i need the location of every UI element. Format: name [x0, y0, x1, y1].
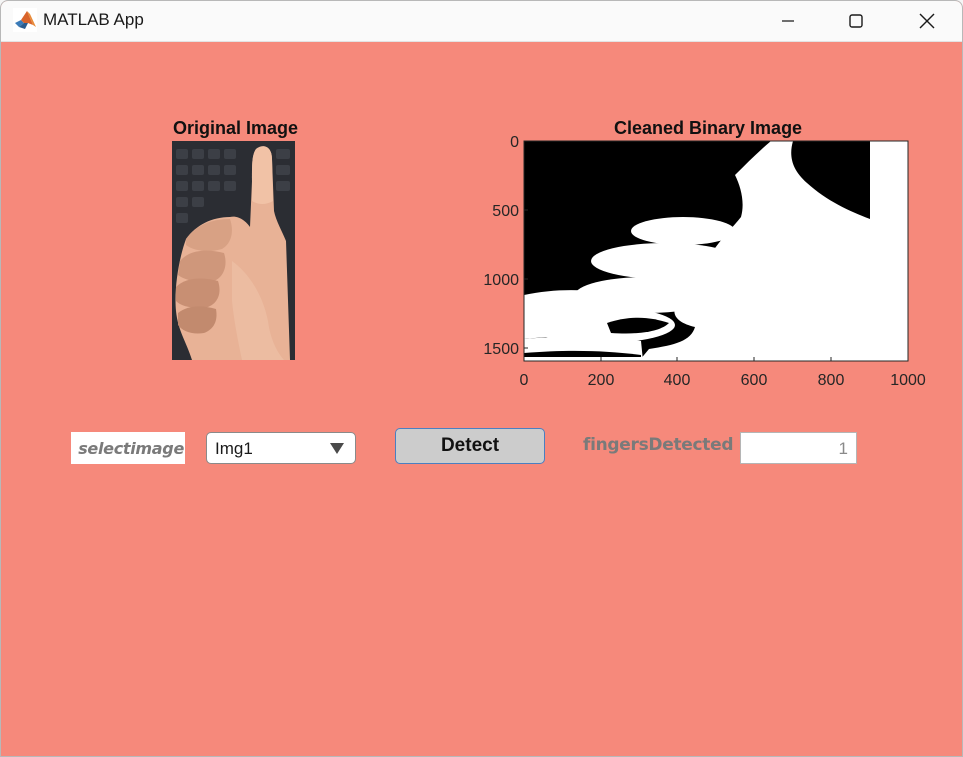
x-tick-label: 0	[520, 372, 529, 389]
x-tick-label: 400	[664, 372, 691, 389]
close-button[interactable]	[904, 1, 950, 41]
maximize-icon	[849, 14, 863, 28]
maximize-button[interactable]	[833, 1, 879, 41]
binary-image-axes: 0 200 400 600 800 1000 0 500 1000 1500	[483, 134, 926, 389]
original-image-title: Original Image	[173, 118, 299, 138]
y-tick-label: 0	[510, 134, 519, 151]
x-tick-label: 200	[588, 372, 615, 389]
x-tick-label: 800	[818, 372, 845, 389]
fingers-detected-field: 1	[740, 432, 857, 464]
y-tick-label: 1500	[483, 341, 519, 358]
triangle-down-icon	[330, 443, 344, 454]
fingers-detected-label: fingersDetected	[583, 435, 734, 455]
title-bar: MATLAB App	[1, 1, 962, 42]
x-tick-label: 1000	[890, 372, 926, 389]
minimize-button[interactable]	[765, 1, 811, 41]
image-dropdown[interactable]: Img1	[206, 432, 356, 464]
x-tick-label: 600	[741, 372, 768, 389]
selectimage-label: selectimage	[71, 432, 185, 464]
fingers-detected-value: 1	[838, 439, 848, 458]
app-window: MATLAB App Original Image Cleaned Binary…	[0, 0, 963, 757]
original-hand-image	[172, 141, 295, 360]
window-title: MATLAB App	[43, 10, 144, 29]
app-panel: Original Image Cleaned Binary Image 0 20…	[1, 42, 962, 756]
minimize-icon	[782, 20, 794, 22]
y-tick-label: 500	[492, 203, 519, 220]
y-tick-label: 1000	[483, 272, 519, 289]
matlab-logo-icon	[13, 8, 37, 32]
close-icon	[919, 13, 935, 29]
dropdown-selected-value: Img1	[215, 439, 253, 458]
detect-button[interactable]: Detect	[395, 428, 545, 464]
